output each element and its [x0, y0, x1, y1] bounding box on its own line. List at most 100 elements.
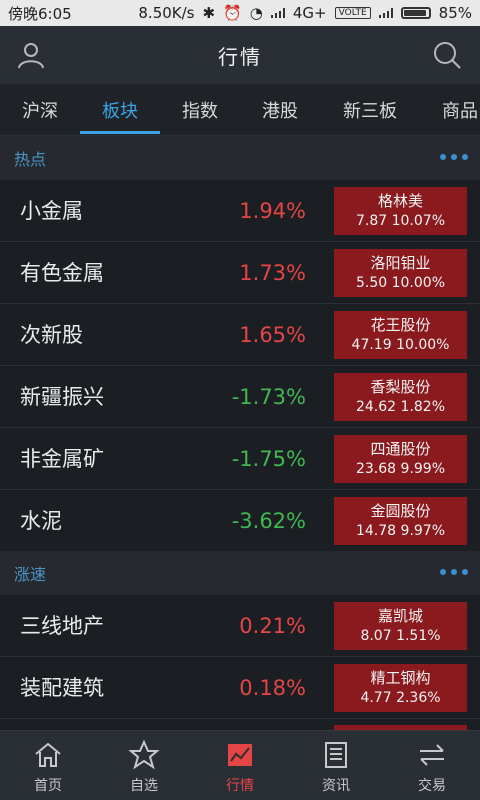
sector-change: 1.65%	[239, 323, 306, 347]
list-item-partial	[0, 719, 480, 730]
top-stock-change: 10.00%	[391, 275, 445, 291]
top-stock-price: 47.19	[351, 337, 392, 353]
sector-name: 小金属	[20, 199, 83, 223]
tab-bankuai[interactable]: 板块	[80, 84, 160, 136]
star-icon	[128, 739, 160, 770]
nav-watchlist[interactable]: 自选	[96, 731, 192, 800]
sector-change: -1.75%	[231, 447, 306, 471]
sector-name: 装配建筑	[20, 676, 104, 700]
user-icon[interactable]	[16, 40, 46, 70]
sector-name: 有色金属	[20, 261, 104, 285]
top-stock-badge[interactable]: 香梨股份 24.62 1.82%	[334, 373, 467, 421]
sector-row[interactable]: 小金属 1.94% 格林美 7.87 10.07%	[0, 180, 480, 242]
status-time: 傍晚6:05	[8, 4, 72, 23]
home-icon	[35, 742, 61, 767]
chart-icon	[228, 744, 252, 766]
top-stock-price: 14.78	[355, 523, 397, 539]
top-stock-change: 1.82%	[400, 399, 446, 415]
bluetooth-icon: ✱	[202, 4, 216, 22]
tab-zhishu[interactable]: 指数	[170, 84, 230, 136]
top-stock-badge[interactable]: 金圆股份 14.78 9.97%	[334, 497, 467, 545]
sector-row[interactable]: 次新股 1.65% 花王股份 47.19 10.00%	[0, 304, 480, 366]
nav-label: 自选	[130, 778, 158, 794]
top-stock-badge[interactable]: 精工钢构 4.77 2.36%	[334, 664, 467, 712]
top-stock-name: 香梨股份	[370, 378, 431, 396]
top-stock-name: 格林美	[377, 192, 423, 210]
nav-label: 行情	[226, 778, 254, 794]
more-icon[interactable]	[440, 154, 468, 160]
tab-ganggu[interactable]: 港股	[250, 84, 310, 136]
tab-hushen[interactable]: 沪深	[8, 84, 72, 136]
nav-trade[interactable]: 交易	[384, 731, 480, 800]
nav-label: 首页	[34, 778, 62, 794]
top-stock-quote: 5.50 10.00%	[334, 273, 467, 293]
top-stock-badge[interactable]: 花王股份 47.19 10.00%	[334, 311, 467, 359]
signal-icon-2	[378, 8, 393, 18]
top-stock-name: 四通股份	[370, 440, 431, 458]
more-icon[interactable]	[440, 569, 468, 575]
top-stock-price: 8.07	[360, 628, 392, 644]
sector-change: 0.18%	[239, 676, 306, 700]
network-type: 4G+	[292, 4, 327, 22]
page-title: 行情	[218, 44, 262, 69]
top-stock-badge[interactable]: 格林美 7.87 10.07%	[334, 187, 467, 235]
alarm-icon: ⏰	[223, 4, 242, 22]
top-stock-quote: 24.62 1.82%	[334, 397, 467, 417]
top-stock-quote: 8.07 1.51%	[334, 626, 467, 646]
top-stock-quote: 7.87 10.07%	[334, 211, 467, 231]
top-stock-badge[interactable]: 洛阳钼业 5.50 10.00%	[334, 249, 467, 297]
sector-change: 1.73%	[239, 261, 306, 285]
top-stock-change: 1.51%	[396, 628, 441, 644]
trade-icon	[420, 744, 444, 766]
wifi-icon: ◔	[249, 4, 263, 22]
top-stock-price: 7.87	[355, 213, 388, 229]
sector-row[interactable]: 装配建筑 0.18% 精工钢构 4.77 2.36%	[0, 657, 480, 719]
sector-name: 新疆振兴	[20, 385, 104, 409]
battery-icon	[400, 7, 431, 19]
top-stock-price: 23.68	[355, 461, 397, 477]
nav-home[interactable]: 首页	[0, 731, 96, 800]
top-stock-badge[interactable]: 四通股份 23.68 9.99%	[334, 435, 467, 483]
section-title: 热点	[14, 150, 47, 169]
top-stock-name: 嘉凯城	[377, 607, 423, 625]
status-bar: 傍晚6:05 8.50K/s ✱ ⏰ ◔ 4G+ VOLTE 85%	[0, 0, 480, 26]
top-stock-price: 4.77	[360, 690, 392, 706]
search-icon[interactable]	[432, 40, 462, 70]
sector-change: -1.73%	[231, 385, 306, 409]
bottom-nav: 首页 自选 行情 资讯 交易	[0, 730, 480, 800]
signal-icon	[270, 8, 285, 18]
sector-row[interactable]: 新疆振兴 -1.73% 香梨股份 24.62 1.82%	[0, 366, 480, 428]
section-title: 涨速	[14, 565, 47, 584]
sector-change: -3.62%	[231, 509, 306, 533]
nav-news[interactable]: 资讯	[288, 731, 384, 800]
news-icon	[325, 742, 347, 768]
nav-label: 交易	[418, 778, 446, 794]
top-stock-quote: 14.78 9.97%	[334, 521, 467, 541]
top-stock-name: 洛阳钼业	[370, 254, 431, 272]
top-stock-quote: 47.19 10.00%	[334, 335, 467, 355]
sector-row[interactable]: 水泥 -3.62% 金圆股份 14.78 9.97%	[0, 490, 480, 552]
top-stock-quote: 23.68 9.99%	[334, 459, 467, 479]
top-stock-change: 10.07%	[391, 213, 445, 229]
top-stock-quote: 4.77 2.36%	[334, 688, 467, 708]
title-bar: 行情	[0, 26, 480, 84]
sector-row[interactable]: 有色金属 1.73% 洛阳钼业 5.50 10.00%	[0, 242, 480, 304]
top-stock-change: 9.97%	[400, 523, 446, 539]
sector-name: 三线地产	[20, 614, 104, 638]
top-stock-badge[interactable]: 嘉凯城 8.07 1.51%	[334, 602, 467, 650]
battery-level: 85%	[438, 4, 472, 22]
sector-row[interactable]: 非金属矿 -1.75% 四通股份 23.68 9.99%	[0, 428, 480, 490]
market-tabs: 沪深 板块 指数 港股 新三板 商品	[0, 84, 480, 136]
sector-row[interactable]: 三线地产 0.21% 嘉凯城 8.07 1.51%	[0, 595, 480, 657]
nav-market[interactable]: 行情	[192, 731, 288, 800]
sector-change: 1.94%	[239, 199, 306, 223]
top-stock-price: 24.62	[355, 399, 397, 415]
sector-change: 0.21%	[239, 614, 306, 638]
section-header-hot: 热点	[0, 136, 480, 180]
tab-shangpin[interactable]: 商品	[430, 84, 480, 136]
section-header-speed: 涨速	[0, 551, 480, 595]
top-stock-change: 10.00%	[396, 337, 450, 353]
top-stock-name: 金圆股份	[370, 502, 431, 520]
tab-xinsanban[interactable]: 新三板	[330, 84, 410, 136]
sector-name: 非金属矿	[20, 447, 104, 471]
